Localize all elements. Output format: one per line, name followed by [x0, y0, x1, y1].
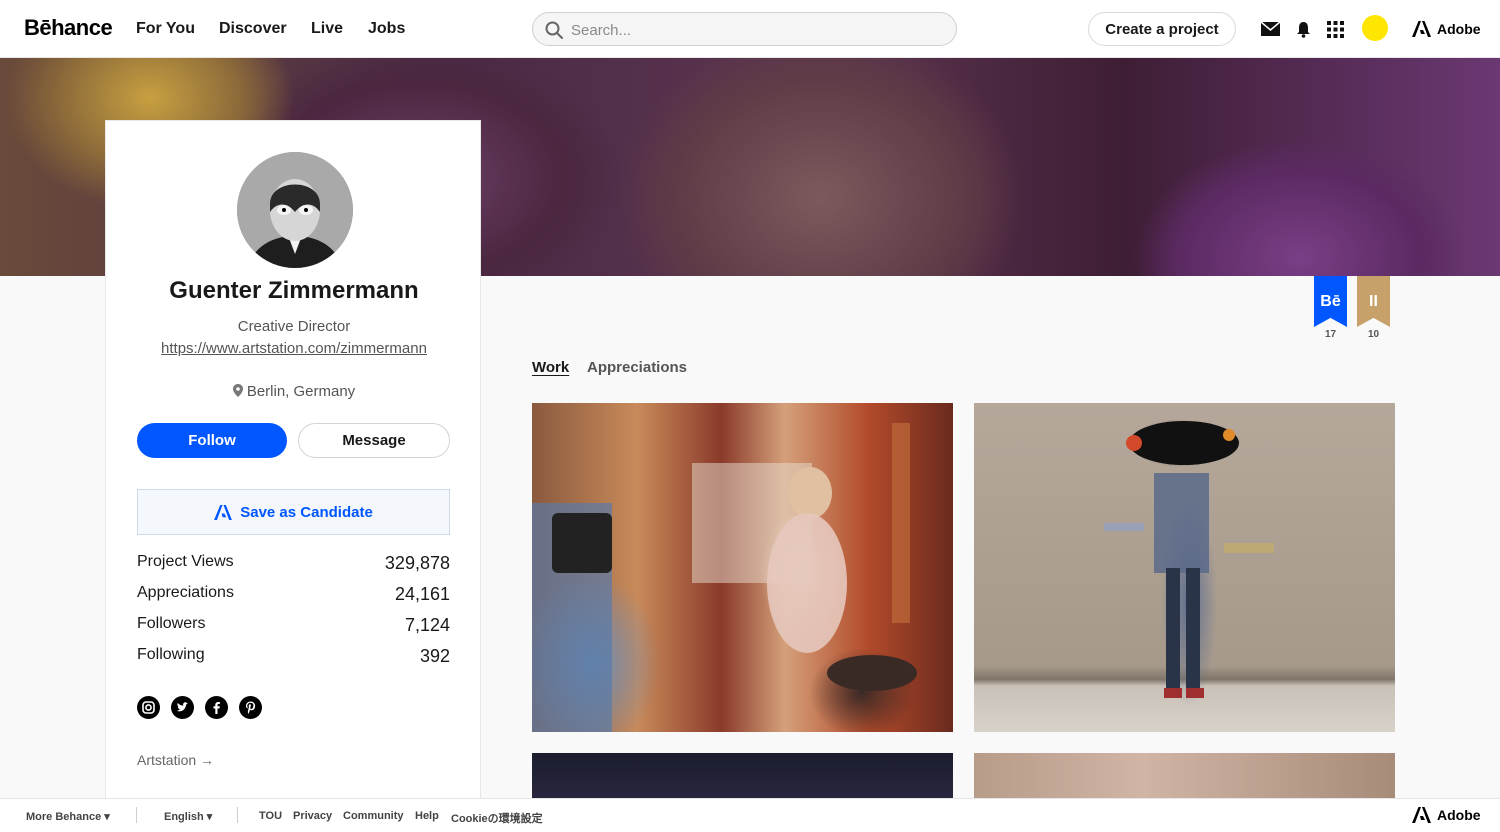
adobe-icon	[1412, 807, 1431, 823]
adobe-icon	[1412, 21, 1431, 37]
create-project-button[interactable]: Create a project	[1088, 12, 1236, 46]
stat-row: Following 392	[137, 646, 450, 667]
stat-row: Appreciations 24,161	[137, 584, 450, 605]
nav-discover[interactable]: Discover	[219, 20, 287, 38]
footer-divider	[136, 807, 137, 823]
footer-link-cookie-settings[interactable]: Cookieの環境設定	[451, 810, 543, 826]
adobe-icon	[214, 504, 233, 520]
instagram-icon[interactable]	[137, 696, 160, 719]
bell-icon[interactable]	[1293, 19, 1313, 39]
behance-badge-count: 17	[1324, 329, 1337, 340]
location-text: Berlin, Germany	[246, 383, 356, 400]
stat-label: Project Views	[137, 553, 234, 570]
save-as-candidate-label: Save as Candidate	[240, 503, 373, 521]
footer: More Behance ▾ English ▾ TOU Privacy Com…	[0, 798, 1500, 832]
message-button[interactable]: Message	[298, 423, 450, 458]
illustration-badge-mark: II	[1369, 293, 1378, 310]
behance-logo[interactable]: Bēhance	[24, 15, 113, 41]
project-artwork	[532, 423, 917, 732]
more-behance-label: More Behance	[26, 811, 102, 823]
profile-occupation: Creative Director	[237, 318, 351, 335]
search-bar[interactable]	[532, 12, 957, 46]
social-links	[137, 696, 262, 719]
stat-row: Project Views 329,878	[137, 553, 450, 574]
user-avatar[interactable]	[1362, 15, 1388, 41]
project-thumbnail[interactable]	[532, 403, 953, 732]
footer-link-privacy[interactable]: Privacy	[293, 810, 332, 822]
behance-badge-mark: Bē	[1320, 293, 1341, 310]
stat-value: 24,161	[394, 584, 450, 604]
language-label: English	[164, 811, 204, 823]
follow-button[interactable]: Follow	[137, 423, 287, 458]
more-behance-menu[interactable]: More Behance ▾	[26, 810, 110, 823]
profile-website-link[interactable]: https://www.artstation.com/zimmermann	[106, 340, 482, 357]
stat-row: Followers 7,124	[137, 615, 450, 636]
stat-value: 7,124	[404, 615, 450, 635]
profile-location: Berlin, Germany	[106, 383, 482, 400]
language-select[interactable]: English ▾	[164, 810, 212, 823]
stat-label: Following	[137, 646, 205, 663]
footer-divider	[237, 807, 238, 823]
top-navigation: Bēhance For You Discover Live Jobs Creat…	[0, 0, 1500, 58]
adobe-logo[interactable]: Adobe	[1412, 21, 1481, 37]
stat-value: 329,878	[384, 553, 450, 573]
twitter-icon[interactable]	[171, 696, 194, 719]
footer-link-community[interactable]: Community	[343, 810, 404, 822]
tab-appreciations[interactable]: Appreciations	[587, 359, 687, 376]
save-as-candidate-button[interactable]: Save as Candidate	[137, 489, 450, 535]
stat-label: Followers	[137, 615, 206, 632]
profile-avatar	[237, 152, 353, 268]
nav-jobs[interactable]: Jobs	[368, 20, 405, 38]
behance-badge[interactable]: Bē	[1314, 276, 1347, 327]
stat-label: Appreciations	[137, 584, 234, 601]
nav-live[interactable]: Live	[311, 20, 343, 38]
tab-work[interactable]: Work	[532, 359, 569, 376]
nav-for-you[interactable]: For You	[136, 20, 195, 38]
illustration-badge[interactable]: II	[1357, 276, 1390, 327]
stat-value: 392	[419, 646, 450, 666]
profile-name: Guenter Zimmermann	[169, 277, 419, 304]
mail-icon[interactable]	[1260, 19, 1280, 39]
illustration-badge-count: 10	[1367, 329, 1380, 340]
project-thumbnail[interactable]	[974, 403, 1395, 732]
facebook-icon[interactable]	[205, 696, 228, 719]
location-pin-icon	[232, 384, 243, 397]
adobe-label: Adobe	[1437, 807, 1481, 823]
adobe-label: Adobe	[1437, 21, 1481, 37]
chevron-down-icon: ▾	[206, 811, 213, 823]
search-input[interactable]	[571, 19, 941, 41]
external-profile-link[interactable]: Artstation →	[137, 752, 214, 768]
footer-link-help[interactable]: Help	[415, 810, 439, 822]
footer-link-tou[interactable]: TOU	[259, 810, 282, 822]
profile-card: Guenter Zimmermann Creative Director htt…	[105, 120, 481, 810]
search-icon	[545, 21, 563, 39]
apps-grid-icon[interactable]	[1325, 19, 1345, 39]
footer-adobe-logo[interactable]: Adobe	[1412, 807, 1481, 823]
pinterest-icon[interactable]	[239, 696, 262, 719]
project-artwork	[1104, 421, 1274, 698]
chevron-down-icon: ▾	[104, 811, 110, 823]
